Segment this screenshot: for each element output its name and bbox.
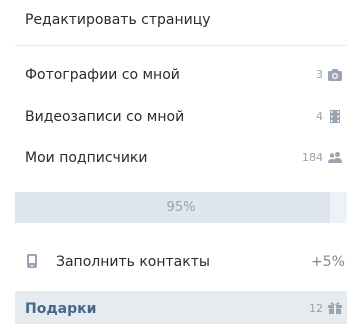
divider: [15, 45, 347, 46]
fill-contacts-row[interactable]: Заполнить контакты +5%: [15, 250, 347, 274]
videos-count: 4: [316, 110, 323, 123]
subscribers-count: 184: [302, 151, 323, 164]
gifts-title: Подарки: [25, 301, 97, 317]
fill-contacts-bonus: +5%: [311, 254, 345, 270]
phone-icon: [27, 254, 37, 268]
photos-with-me-label: Фотографии со мной: [25, 67, 180, 83]
videos-with-me-row[interactable]: Видеозаписи со мной 4: [15, 106, 347, 128]
fill-contacts-label: Заполнить контакты: [56, 254, 210, 270]
my-subscribers-label: Мои подписчики: [25, 150, 148, 166]
photos-with-me-row[interactable]: Фотографии со мной 3: [15, 64, 347, 86]
videos-with-me-label: Видеозаписи со мной: [25, 109, 185, 125]
camera-icon: [328, 69, 342, 81]
profile-progress-bar: 95%: [15, 192, 347, 223]
gifts-header[interactable]: Подарки 12: [15, 291, 347, 324]
film-icon: [330, 110, 340, 123]
edit-page-link[interactable]: Редактировать страницу: [25, 11, 211, 29]
people-icon: [328, 152, 342, 163]
progress-label: 95%: [166, 200, 196, 215]
gifts-count: 12: [309, 302, 323, 315]
photos-count: 3: [316, 68, 323, 81]
gift-icon: [328, 302, 342, 314]
my-subscribers-row[interactable]: Мои подписчики 184: [15, 147, 347, 169]
